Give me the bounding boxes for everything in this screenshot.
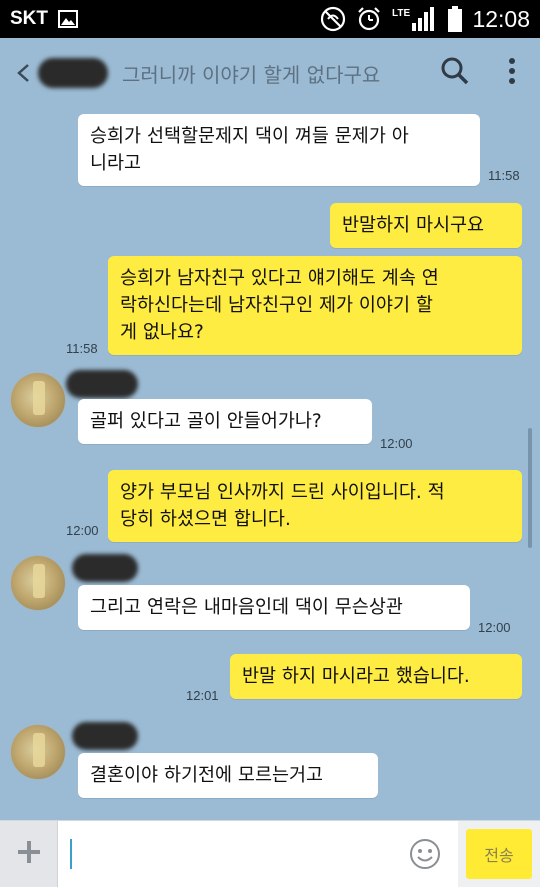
sender-name-redacted: [66, 370, 138, 398]
mute-icon: [320, 6, 346, 32]
message-time: 11:58: [66, 341, 98, 356]
message-input-bar: 전송: [0, 820, 540, 887]
alarm-icon: [356, 6, 382, 32]
text-cursor: [70, 839, 72, 869]
more-options-icon[interactable]: [508, 57, 516, 89]
message-time: 12:00: [380, 436, 413, 451]
incoming-message: 결혼이야 하기전에 모르는거고: [78, 753, 378, 798]
avatar[interactable]: [10, 724, 66, 780]
avatar[interactable]: [10, 372, 66, 428]
sender-name-redacted: [72, 554, 138, 582]
chat-log[interactable]: 승희가 선택할문제지 댁이 껴들 문제가 아 니라고 11:58 반말하지 마시…: [0, 108, 540, 820]
message-time: 12:01: [186, 688, 219, 703]
gallery-notification-icon: [58, 10, 78, 28]
scrollbar[interactable]: [528, 428, 532, 548]
message-time: 12:00: [478, 620, 511, 635]
chat-header: 그러니까 이야기 할게 없다구요: [0, 38, 540, 108]
message-time: 11:58: [488, 168, 520, 183]
carrier-label: SKT: [10, 8, 48, 29]
battery-icon: [448, 6, 463, 32]
incoming-message: 골퍼 있다고 골이 안들어가나?: [78, 399, 372, 444]
attach-button[interactable]: [0, 820, 58, 887]
incoming-message: 승희가 선택할문제지 댁이 껴들 문제가 아 니라고: [78, 114, 480, 186]
avatar[interactable]: [10, 555, 66, 611]
plus-icon: [16, 839, 42, 869]
svg-text:LTE: LTE: [392, 8, 410, 19]
status-time: 12:08: [472, 5, 530, 32]
chat-partner-name-redacted: [38, 58, 108, 88]
header-message-preview: 그러니까 이야기 할게 없다구요: [122, 62, 381, 87]
outgoing-message: 반말 하지 마시라고 했습니다.: [230, 654, 522, 699]
search-icon[interactable]: [440, 56, 470, 90]
outgoing-message: 반말하지 마시구요: [330, 203, 522, 248]
outgoing-message: 승희가 남자친구 있다고 얘기해도 계속 연 락하신다는데 남자친구인 제가 이…: [108, 256, 522, 355]
emoticon-icon[interactable]: [408, 837, 442, 875]
status-bar: SKT LTE 12:08: [0, 0, 540, 38]
message-time: 12:00: [66, 523, 99, 538]
message-input[interactable]: [58, 820, 458, 887]
sender-name-redacted: [72, 722, 138, 750]
lte-signal-icon: LTE: [392, 6, 438, 32]
outgoing-message: 양가 부모님 인사까지 드린 사이입니다. 적 당히 하셨으면 합니다.: [108, 470, 522, 542]
send-button[interactable]: 전송: [466, 829, 532, 879]
incoming-message: 그리고 연락은 내마음인데 댁이 무슨상관: [78, 585, 470, 630]
back-arrow-icon[interactable]: [12, 62, 34, 84]
